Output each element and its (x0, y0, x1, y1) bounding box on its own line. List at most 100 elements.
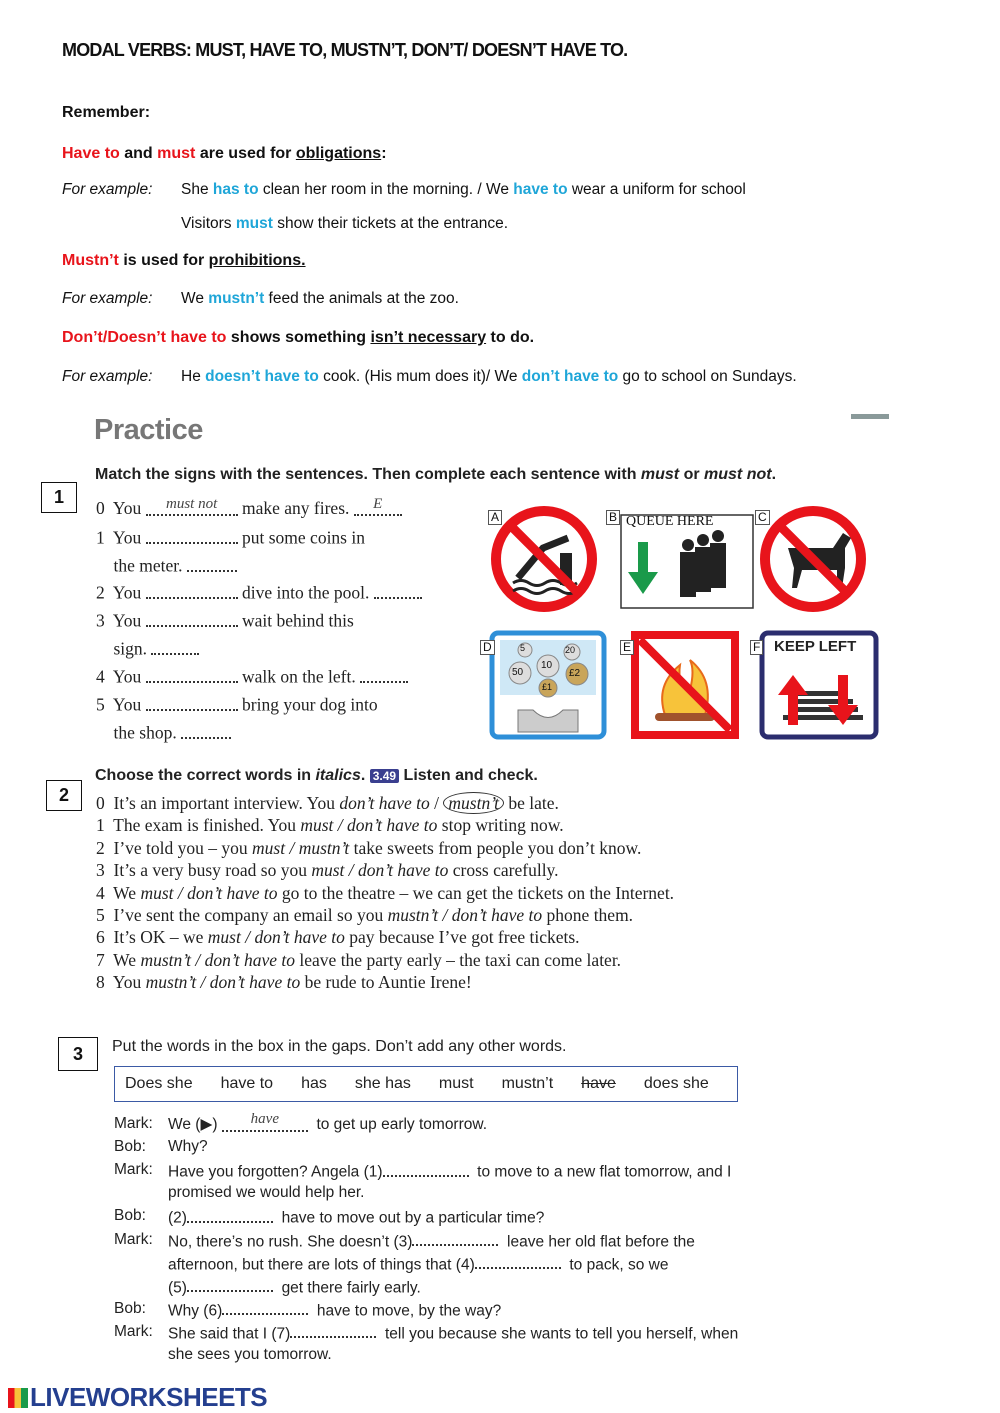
no-diving-icon (491, 506, 597, 612)
answer-blank[interactable]: must not (145, 496, 238, 516)
sentence-text: leave the party early – the taxi can com… (295, 949, 622, 970)
answer-blank[interactable] (382, 1161, 469, 1177)
answer-blank[interactable] (145, 609, 238, 627)
exercise1-line: 3 You wait behind this (96, 609, 354, 632)
sentence-text: must / don’t have to (300, 815, 438, 836)
sentence-text: 3 It’s a very busy road so you (96, 860, 312, 881)
exercise2-item: 6 It’s OK – we must / don’t have to pay … (96, 927, 580, 948)
answer-blank[interactable] (186, 1277, 273, 1293)
sentence-text: to move to a new flat tomorrow, and I (468, 1163, 732, 1181)
answer-blank[interactable] (373, 581, 422, 599)
answer-blank[interactable] (222, 1300, 309, 1316)
sign-c: C (753, 503, 868, 620)
word-option: does she (643, 1075, 709, 1092)
practice-heading: Practice (94, 414, 203, 446)
sentence-text: have to move out by a particular time? (272, 1209, 545, 1227)
exercise1-line: 5 You bring your dog into (96, 693, 378, 716)
sentence-text: pay because I’ve got free tickets. (344, 927, 580, 948)
sentence-text: No, there’s no rush. She doesn’t (3) (168, 1233, 413, 1250)
example-label: For example: (62, 368, 153, 385)
sentence-text: 6 It’s OK – we (96, 927, 208, 948)
dialogue-line: she sees you tomorrow. (168, 1346, 332, 1364)
exercise1-number: 1 (41, 482, 77, 513)
rule-prohibitions: Mustn’t is used for prohibitions. (62, 252, 306, 269)
circled-answer: mustn’t (443, 792, 504, 814)
sign-d: 5 20 50 10 £2 £1 D (480, 630, 608, 745)
sentence-text: promised we would help her. (168, 1184, 365, 1202)
answer-blank[interactable]: E (353, 496, 402, 516)
sentence-text: cross carefully. (448, 860, 559, 881)
answer-blank[interactable] (145, 693, 238, 711)
no-fires-icon (631, 631, 739, 739)
sentence-text: / (429, 793, 444, 813)
exercise2-item: 3 It’s a very busy road so you must / do… (96, 860, 559, 881)
answer-blank[interactable] (145, 581, 238, 599)
answer-text: E (373, 496, 383, 512)
example-sentence: She has to clean her room in the morning… (181, 181, 746, 198)
speaker-label: Bob: (114, 1207, 146, 1225)
answer-text: must not (165, 496, 218, 512)
answer-blank[interactable] (360, 665, 409, 683)
sentence-text: must / mustn’t (252, 837, 350, 858)
coin-label: 5 (520, 643, 526, 653)
coin-label: 10 (541, 660, 553, 671)
sentence-text: (2) (168, 1209, 187, 1227)
remember-heading: Remember: (62, 104, 151, 121)
answer-blank[interactable] (186, 1207, 273, 1223)
sentence-text: walk on the left. (237, 666, 361, 687)
sentence-text: dive into the pool. (237, 582, 374, 603)
audio-track-badge[interactable]: 3.49 (369, 769, 400, 783)
coin-label: 20 (565, 645, 576, 655)
sentence-text: 1 You (96, 527, 146, 548)
sign-e: E (620, 630, 740, 745)
sentence-text: She said that I (7) (168, 1325, 291, 1343)
exercise2-item: 7 We mustn’t / don’t have to leave the p… (96, 950, 621, 971)
sign-a: A (488, 503, 600, 620)
answer-blank[interactable] (181, 721, 232, 739)
sentence-text: 4 You (96, 666, 146, 687)
sentence-text: leave her old flat before the (498, 1233, 695, 1250)
answer-blank[interactable] (474, 1254, 561, 1270)
answer-blank[interactable] (186, 554, 237, 572)
exercise2-item: 1 The exam is finished. You must / don’t… (96, 815, 564, 836)
dialogue-line: Why (6) have to move, by the way? (168, 1300, 501, 1321)
coin-label: £1 (542, 682, 553, 692)
dialogue-line: afternoon, but there are lots of things … (168, 1254, 668, 1275)
speaker-label: Bob: (114, 1138, 146, 1156)
sentence-text: 5 You (96, 694, 146, 715)
sign-b: QUEUE HERE B (606, 510, 758, 615)
speaker-label: Mark: (114, 1161, 153, 1179)
answer-blank[interactable] (290, 1323, 377, 1339)
speaker-label: Bob: (114, 1299, 146, 1317)
liveworksheets-logo: LIVEWORKSHEETS (8, 1382, 268, 1413)
sentence-text: 2 You (96, 582, 146, 603)
sentence-text: mustn’t / don’t have to (140, 949, 296, 970)
exercise2-instruction: Choose the correct words in italics. 3.4… (95, 767, 538, 784)
worksheet-title: MODAL VERBS: MUST, HAVE TO, MUSTN’T, DON… (62, 40, 628, 60)
rule-obligations: Have to and must are used for obligation… (62, 145, 387, 162)
answer-blank[interactable] (145, 665, 238, 683)
sentence-text: (5) (168, 1279, 187, 1297)
sentence-text: 3 You (96, 610, 146, 631)
coin-label: 50 (512, 667, 524, 678)
answer-blank[interactable] (145, 526, 238, 544)
sentence-text: Why? (168, 1138, 208, 1156)
sign-text: QUEUE HERE (626, 514, 714, 529)
dialogue-line: (5) get there fairly early. (168, 1277, 421, 1298)
exercise2-item: 5 I’ve sent the company an email so you … (96, 905, 633, 926)
exercise2-number: 2 (46, 780, 82, 811)
answer-blank[interactable] (412, 1231, 499, 1246)
answer-blank[interactable] (151, 637, 200, 655)
sentence-text: afternoon, but there are lots of things … (168, 1256, 475, 1274)
dialogue-line: She said that I (7) tell you because she… (168, 1323, 738, 1344)
logo-icon (8, 1388, 28, 1408)
sentence-text: put some coins in (237, 527, 365, 548)
dialogue-line: No, there’s no rush. She doesn’t (3) lea… (168, 1231, 695, 1252)
exercise1-instruction: Match the signs with the sentences. Then… (95, 466, 777, 483)
example-label: For example: (62, 181, 153, 198)
sentence-text: bring your dog into (237, 694, 378, 715)
dialogue-line: We (▶) have to get up early tomorrow. (168, 1111, 487, 1134)
answer-blank[interactable]: have (221, 1111, 308, 1132)
sentence-text: tell you because she wants to tell you h… (376, 1325, 739, 1343)
speaker-label: Mark: (114, 1115, 153, 1132)
